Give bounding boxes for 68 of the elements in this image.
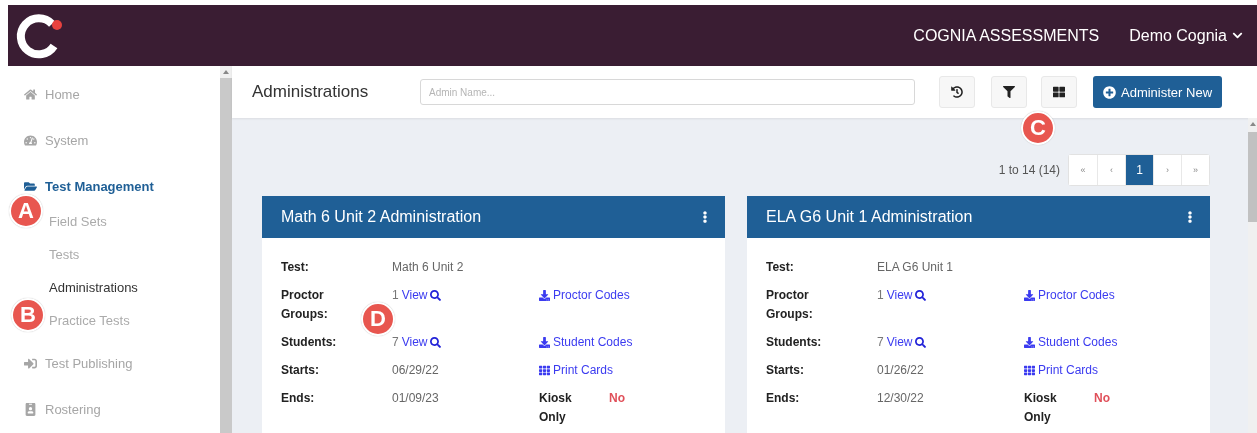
download-link[interactable]: Student Codes — [539, 333, 633, 352]
search-field[interactable]: Admin Name... — [420, 79, 915, 105]
grid-icon — [1024, 365, 1035, 376]
menu-icon — [24, 356, 37, 370]
field-label: Test: — [281, 259, 310, 276]
field-label: Students: — [281, 334, 338, 351]
card-title: Math 6 Unit 2 Administration — [281, 208, 482, 226]
grid-icon — [539, 365, 550, 376]
app-name: COGNIA ASSESSMENTS — [913, 26, 1100, 45]
page-title: Administrations — [252, 82, 370, 102]
print-cards-link[interactable]: Print Cards — [539, 361, 614, 380]
search-icon — [915, 290, 927, 301]
download-icon — [539, 290, 550, 301]
page-button[interactable]: 1 — [1125, 155, 1153, 185]
search-icon — [430, 337, 442, 348]
filter-icon — [1003, 86, 1015, 98]
scroll-up-icon[interactable] — [1250, 122, 1256, 126]
field-label: Proctor Groups: — [281, 287, 329, 323]
field-label: Kiosk Only — [539, 390, 573, 426]
scrollbar[interactable] — [1248, 118, 1257, 433]
field-value: 12/30/22 — [877, 390, 925, 407]
menu-icon — [24, 402, 37, 416]
field-label: Proctor Groups: — [766, 287, 814, 323]
menu-icon — [24, 87, 37, 101]
download-icon — [1024, 290, 1035, 301]
results-count: 1 to 14 (14) — [998, 163, 1060, 177]
download-link[interactable]: Proctor Codes — [539, 286, 630, 305]
print-cards-link[interactable]: Print Cards — [1024, 361, 1099, 380]
chevron-down-icon — [1232, 30, 1243, 41]
search-icon — [915, 337, 927, 348]
field-value: Math 6 Unit 2 — [392, 259, 465, 276]
kiosk-value: No — [1094, 390, 1110, 407]
field-label: Ends: — [766, 390, 801, 407]
search-icon — [430, 290, 442, 301]
history-icon — [951, 86, 963, 98]
view-link[interactable]: 7 View — [877, 333, 927, 352]
field-value: 01/26/22 — [877, 362, 925, 379]
field-label: Starts: — [766, 362, 805, 379]
field-value: ELA G6 Unit 1 — [877, 259, 955, 276]
field-label: Starts: — [281, 362, 320, 379]
page-button[interactable]: » — [1181, 155, 1209, 185]
scroll-up-icon[interactable] — [223, 70, 229, 74]
field-label: Ends: — [281, 390, 316, 407]
view-link[interactable]: 1 View — [392, 286, 442, 305]
field-label: Kiosk Only — [1024, 390, 1058, 426]
field-value: 06/29/22 — [392, 362, 440, 379]
filter-button[interactable] — [991, 76, 1027, 108]
user-menu[interactable]: Demo Cognia — [1129, 26, 1243, 45]
field-label: Students: — [766, 334, 823, 351]
menu-icon — [24, 179, 37, 193]
view-link[interactable]: 7 View — [392, 333, 442, 352]
field-value: 01/09/23 — [392, 390, 440, 407]
field-label: Test: — [766, 259, 795, 276]
administer-new-button[interactable]: Administer New — [1093, 76, 1223, 108]
download-icon — [539, 337, 550, 348]
kiosk-value: No — [609, 390, 625, 407]
download-link[interactable]: Student Codes — [1024, 333, 1118, 352]
card-title: ELA G6 Unit 1 Administration — [766, 208, 973, 226]
sidebar-item[interactable]: Test Management — [24, 176, 154, 196]
history-button[interactable] — [939, 76, 975, 108]
grid-view-button[interactable] — [1041, 76, 1077, 108]
view-link[interactable]: 1 View — [877, 286, 927, 305]
menu-icon — [24, 133, 37, 147]
download-icon — [1024, 337, 1035, 348]
scrollbar[interactable] — [220, 66, 232, 433]
download-link[interactable]: Proctor Codes — [1024, 286, 1115, 305]
sidebar-subitem[interactable]: Administrations — [49, 277, 138, 297]
grid-icon — [1053, 86, 1065, 98]
